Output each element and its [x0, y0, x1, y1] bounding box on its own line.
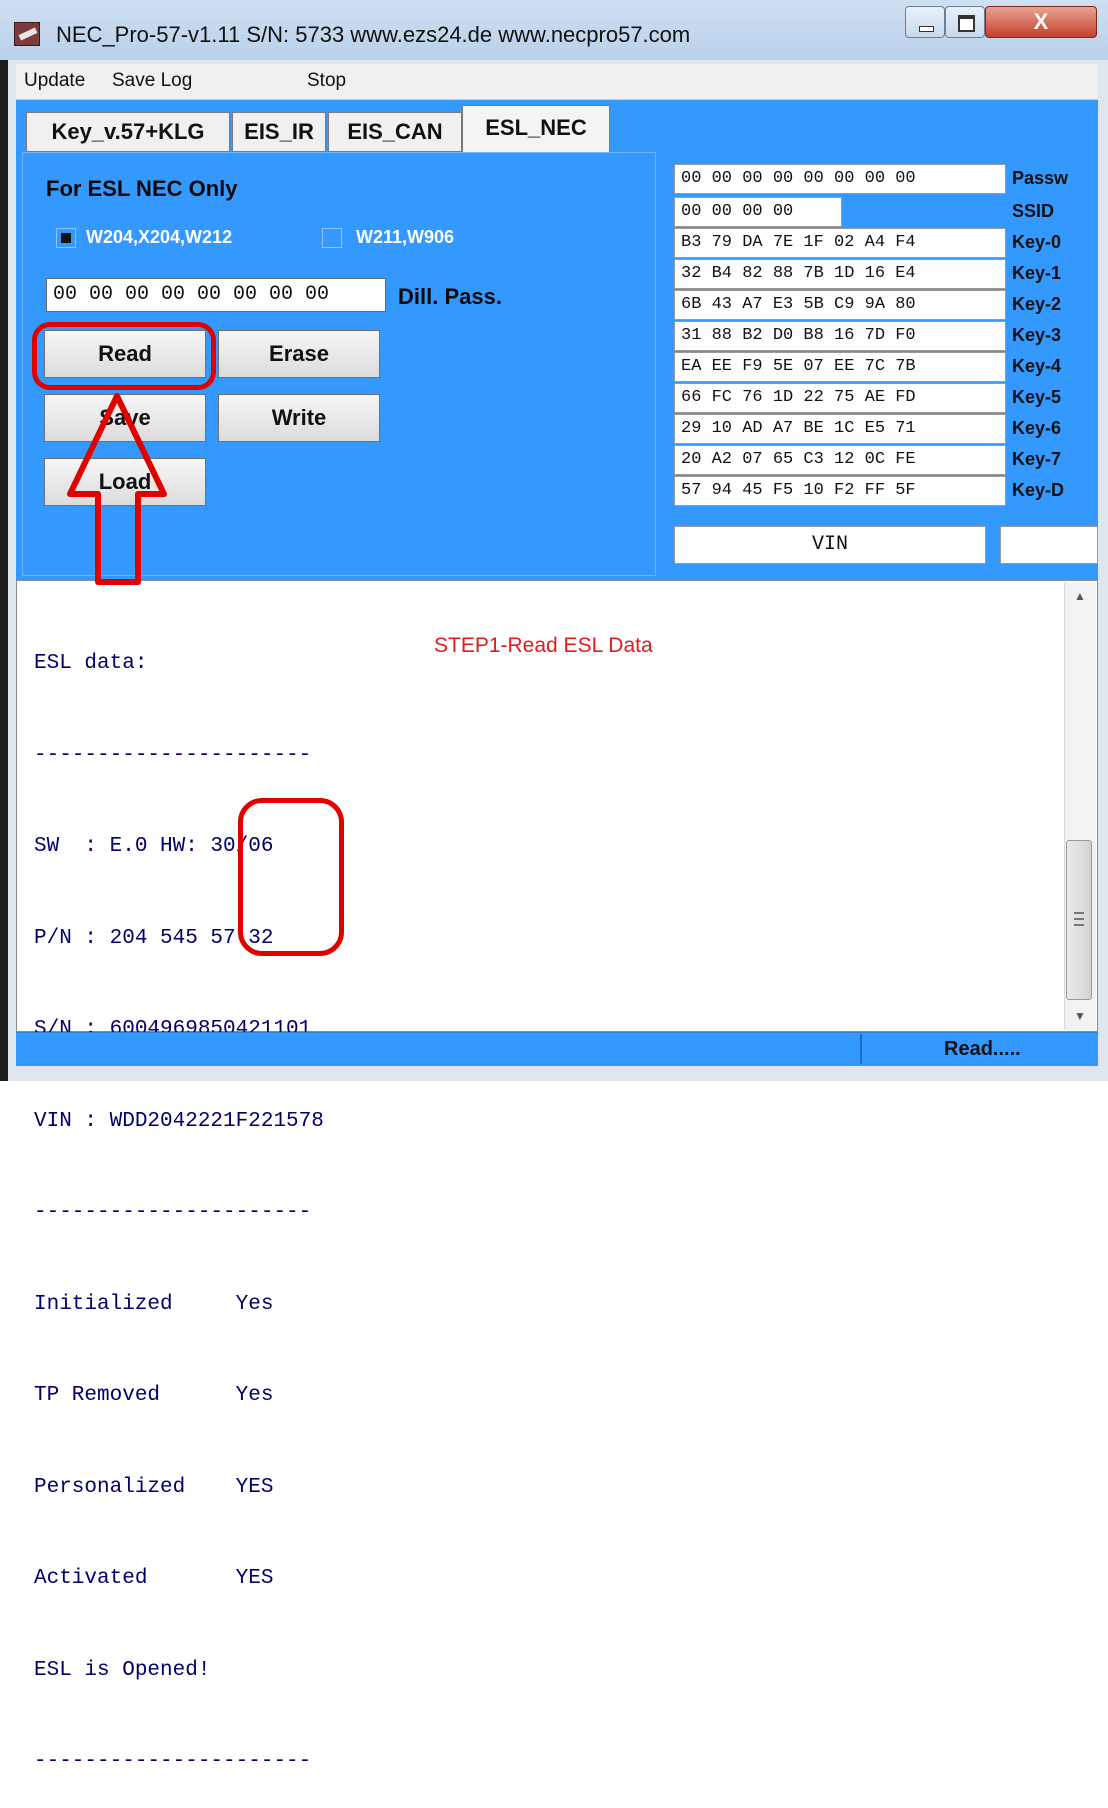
key-7-hex-field[interactable]: 20 A2 07 65 C3 12 0C FE — [674, 445, 1006, 475]
scroll-up-icon[interactable]: ▲ — [1064, 584, 1096, 608]
key-2-label: Key-2 — [1012, 294, 1062, 314]
status-divider — [860, 1034, 862, 1064]
vin-extra-field[interactable] — [1000, 526, 1098, 564]
passw-hex-field[interactable]: 00 00 00 00 00 00 00 00 — [674, 164, 1006, 194]
erase-button[interactable]: Erase — [218, 330, 380, 378]
window-shadow-edge — [0, 60, 8, 1081]
menu-update[interactable]: Update — [24, 70, 85, 92]
log-line: Personalized YES — [34, 1475, 274, 1499]
close-icon: X — [1033, 9, 1049, 34]
key-d-label: Key-D — [1012, 480, 1065, 500]
tab-key-v57-klg[interactable]: Key_v.57+KLG — [26, 112, 230, 152]
key-6-hex-field[interactable]: 29 10 AD A7 BE 1C E5 71 — [674, 414, 1006, 444]
menu-save-log[interactable]: Save Log — [112, 70, 192, 92]
scroll-down-icon[interactable]: ▼ — [1064, 1004, 1096, 1028]
dill-pass-label: Dill. Pass. — [398, 284, 502, 309]
tab-eis-can[interactable]: EIS_CAN — [328, 112, 462, 152]
log-line: ESL data: — [34, 652, 148, 675]
key-7-label: Key-7 — [1012, 449, 1062, 469]
key-4-hex-field[interactable]: EA EE F9 5E 07 EE 7C 7B — [674, 352, 1006, 382]
title-bar[interactable]: NEC_Pro-57-v1.11 S/N: 5733 www.ezs24.de … — [0, 0, 1108, 60]
close-button[interactable]: X — [985, 6, 1097, 38]
key-0-hex-field[interactable]: B3 79 DA 7E 1F 02 A4 F4 — [674, 228, 1006, 258]
key-1-hex-field[interactable]: 32 B4 82 88 7B 1D 16 E4 — [674, 259, 1006, 289]
panel-title: For ESL NEC Only — [46, 176, 238, 201]
scroll-grip-icon — [1074, 912, 1084, 926]
write-button[interactable]: Write — [218, 394, 380, 442]
log-content: ESL data: ---------------------- SW : E.… — [34, 588, 324, 1808]
maximize-button[interactable] — [945, 6, 985, 38]
menu-bar: Update Save Log Stop — [16, 64, 1098, 100]
key-5-hex-field[interactable]: 66 FC 76 1D 22 75 AE FD — [674, 383, 1006, 413]
key-3-hex-field[interactable]: 31 88 B2 D0 B8 16 7D F0 — [674, 321, 1006, 351]
key-3-label: Key-3 — [1012, 325, 1062, 345]
tab-eis-ir[interactable]: EIS_IR — [232, 112, 326, 152]
log-line: Activated YES — [34, 1567, 274, 1590]
app-icon — [14, 22, 40, 46]
read-highlight-box — [32, 322, 216, 390]
minimize-button[interactable] — [905, 6, 945, 38]
key-5-label: Key-5 — [1012, 387, 1062, 407]
key-0-label: Key-0 — [1012, 232, 1062, 252]
log-line: ---------------------- — [34, 743, 312, 767]
passw-label: Passw — [1012, 168, 1069, 188]
checkbox-w211-label: W211,W906 — [356, 227, 455, 247]
log-line: TP Removed Yes — [34, 1384, 274, 1407]
checkbox-w204[interactable] — [56, 228, 76, 248]
ssid-label: SSID — [1012, 201, 1055, 221]
status-highlight-box — [238, 798, 344, 956]
status-text: Read..... — [944, 1038, 1021, 1060]
key-6-label: Key-6 — [1012, 418, 1062, 438]
log-line: ---------------------- — [34, 1201, 312, 1224]
key-d-hex-field[interactable]: 57 94 45 F5 10 F2 FF 5F — [674, 476, 1006, 506]
checkbox-w204-label: W204,X204,W212 — [86, 227, 233, 247]
ssid-hex-field[interactable]: 00 00 00 00 — [674, 197, 842, 227]
status-bar — [16, 1032, 1098, 1066]
dill-pass-input[interactable]: 00 00 00 00 00 00 00 00 — [46, 278, 386, 312]
log-line: ESL is Opened! — [34, 1658, 211, 1682]
key-1-label: Key-1 — [1012, 263, 1062, 283]
tab-esl-nec[interactable]: ESL_NEC — [462, 105, 610, 155]
key-4-label: Key-4 — [1012, 356, 1062, 376]
checkbox-w211[interactable] — [322, 228, 342, 248]
log-line: Initialized Yes — [34, 1292, 274, 1316]
key-2-hex-field[interactable]: 6B 43 A7 E3 5B C9 9A 80 — [674, 290, 1006, 320]
menu-stop[interactable]: Stop — [307, 70, 346, 92]
up-arrow-icon — [67, 393, 167, 585]
log-line: VIN : WDD2042221F221578 — [34, 1109, 324, 1133]
step-annotation: STEP1-Read ESL Data — [434, 634, 653, 657]
window-title: NEC_Pro-57-v1.11 S/N: 5733 www.ezs24.de … — [56, 22, 691, 47]
vin-field[interactable]: VIN — [674, 526, 986, 564]
log-line: ---------------------- — [34, 1750, 312, 1773]
